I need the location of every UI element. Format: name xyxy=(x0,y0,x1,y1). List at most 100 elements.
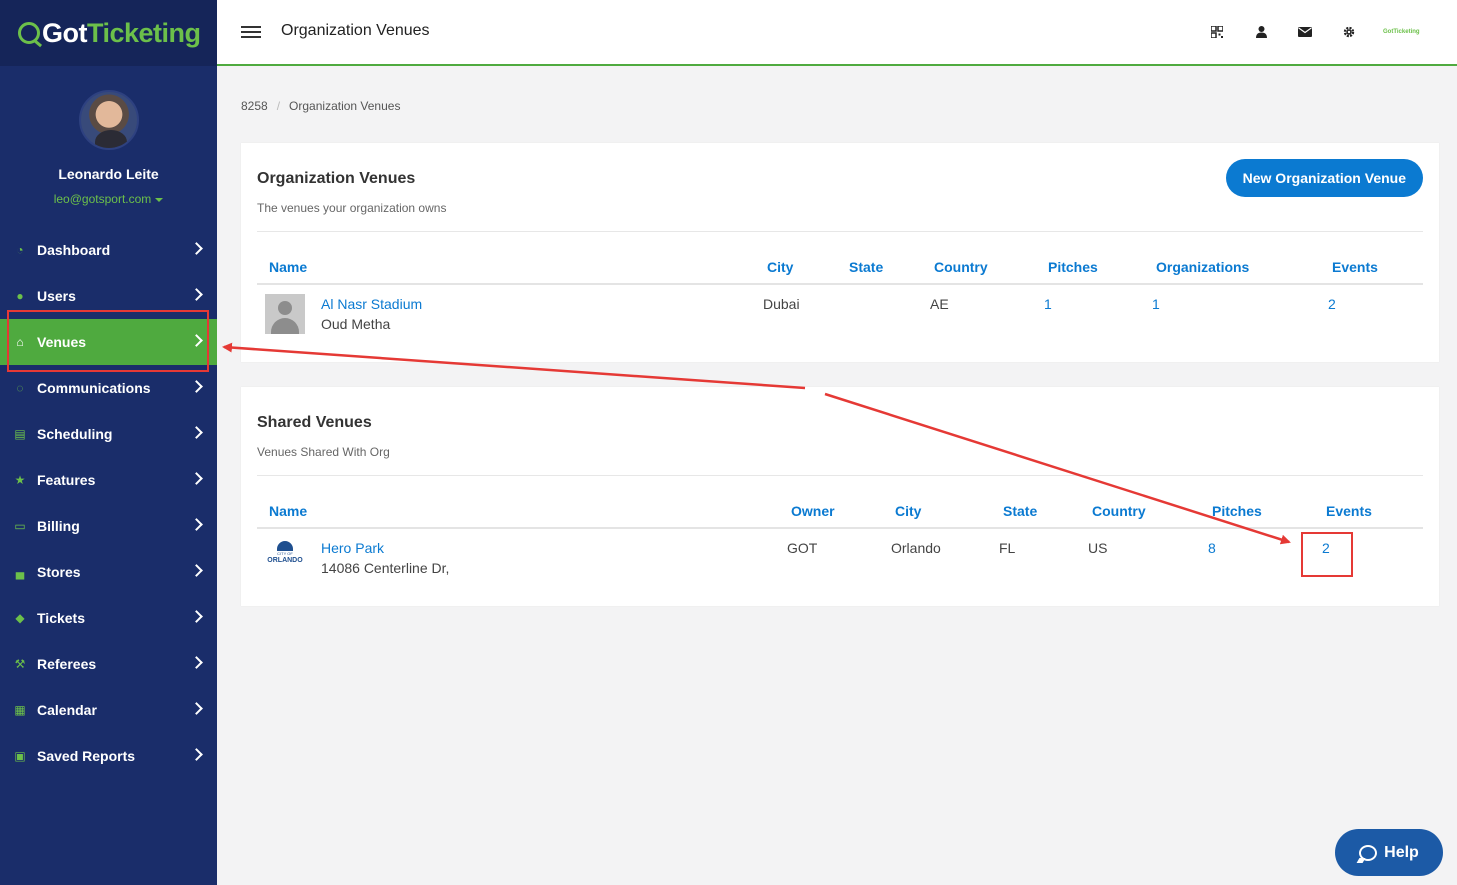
credit-card-icon: ▭ xyxy=(14,519,26,533)
calendar-icon: ▦ xyxy=(14,703,26,717)
gotticketing-logo[interactable]: Got Ticketing xyxy=(18,18,201,49)
col-city[interactable]: City xyxy=(895,503,921,519)
venue-country: AE xyxy=(930,296,949,312)
col-events[interactable]: Events xyxy=(1326,503,1372,519)
org-venues-subtitle: The venues your organization owns xyxy=(257,201,447,215)
col-city[interactable]: City xyxy=(767,259,793,275)
help-button[interactable]: Help xyxy=(1335,829,1443,876)
chevron-right-icon xyxy=(190,242,203,255)
sidebar-item-label: Dashboard xyxy=(37,242,111,258)
venue-country: US xyxy=(1088,540,1108,556)
sidebar-item-tickets[interactable]: ◆ Tickets xyxy=(0,595,217,641)
comments-icon: ◌ xyxy=(16,381,24,395)
venue-name-link[interactable]: Hero Park xyxy=(321,540,384,556)
menu-toggle-icon[interactable] xyxy=(241,26,261,38)
user-name: Leonardo Leite xyxy=(58,166,159,182)
venue-city: Dubai xyxy=(763,296,800,312)
venue-events-link[interactable]: 2 xyxy=(1328,296,1336,312)
sidebar-item-label: Calendar xyxy=(37,702,97,718)
sidebar-item-label: Saved Reports xyxy=(37,748,136,764)
shared-venues-table-header: Name Owner City State Country Pitches Ev… xyxy=(257,497,1423,529)
col-state[interactable]: State xyxy=(1003,503,1037,519)
sidebar-item-stores[interactable]: ▄ Stores xyxy=(0,549,217,595)
col-organizations[interactable]: Organizations xyxy=(1156,259,1249,275)
city-of-orlando-logo: CITY OF ORLANDO xyxy=(265,541,305,575)
chevron-right-icon xyxy=(190,288,203,301)
users-icon: ● xyxy=(16,289,24,303)
venue-organizations-link[interactable]: 1 xyxy=(1152,296,1160,312)
venue-owner: GOT xyxy=(787,540,818,556)
org-venues-table-header: Name City State Country Pitches Organiza… xyxy=(257,253,1423,285)
col-country[interactable]: Country xyxy=(1092,503,1146,519)
qr-code-icon[interactable] xyxy=(1195,22,1239,42)
table-row: CITY OF ORLANDO Hero Park 14086 Centerli… xyxy=(257,531,1423,587)
venue-pitches-link[interactable]: 8 xyxy=(1208,540,1216,556)
sidebar-item-label: Stores xyxy=(37,564,81,580)
save-icon: ▣ xyxy=(14,749,26,763)
user-email-dropdown[interactable]: leo@gotsport.com xyxy=(0,192,217,206)
chat-bubble-icon xyxy=(1359,844,1378,861)
gear-icon[interactable] xyxy=(1327,22,1371,42)
chevron-right-icon xyxy=(190,426,203,439)
shopping-bag-icon: ▄ xyxy=(15,565,25,579)
chevron-right-icon xyxy=(190,564,203,577)
chevron-right-icon xyxy=(190,656,203,669)
organization-venues-card: Organization Venues The venues your orga… xyxy=(241,143,1439,362)
chevron-right-icon xyxy=(190,380,203,393)
venue-pitches-link[interactable]: 1 xyxy=(1044,296,1052,312)
list-icon: ▤ xyxy=(14,427,26,441)
org-venues-title: Organization Venues xyxy=(257,170,416,187)
venues-highlight-box xyxy=(7,310,209,372)
header-actions: GotTicketing xyxy=(1195,22,1420,42)
venue-name-link[interactable]: Al Nasr Stadium xyxy=(321,296,422,312)
chevron-right-icon xyxy=(190,610,203,623)
new-organization-venue-button[interactable]: New Organization Venue xyxy=(1225,159,1423,197)
col-state[interactable]: State xyxy=(849,259,883,275)
col-pitches[interactable]: Pitches xyxy=(1048,259,1098,275)
breadcrumb-current: Organization Venues xyxy=(289,99,401,113)
avatar[interactable] xyxy=(78,90,139,150)
shared-venues-title: Shared Venues xyxy=(257,414,372,431)
brand-mini-logo[interactable]: GotTicketing xyxy=(1383,26,1420,38)
col-owner[interactable]: Owner xyxy=(791,503,835,519)
user-email: leo@gotsport.com xyxy=(53,192,152,206)
divider xyxy=(257,231,1423,232)
divider xyxy=(257,475,1423,476)
venue-state: FL xyxy=(999,540,1016,556)
sidebar-item-scheduling[interactable]: ▤ Scheduling xyxy=(0,411,217,457)
venue-city: Orlando xyxy=(891,540,941,556)
events-highlight-box xyxy=(1301,532,1353,577)
col-name[interactable]: Name xyxy=(269,503,307,519)
help-label: Help xyxy=(1384,843,1419,861)
user-icon[interactable] xyxy=(1239,22,1283,42)
sidebar-item-label: Billing xyxy=(37,518,80,534)
breadcrumb-org-id[interactable]: 8258 xyxy=(241,99,268,113)
sidebar-item-dashboard[interactable]: ◔ Dashboard xyxy=(0,227,217,273)
sidebar-item-billing[interactable]: ▭ Billing xyxy=(0,503,217,549)
chevron-right-icon xyxy=(190,748,203,761)
ticket-icon: ◆ xyxy=(15,611,25,625)
sidebar-item-referees[interactable]: ⚒ Referees xyxy=(0,641,217,687)
sidebar-item-calendar[interactable]: ▦ Calendar xyxy=(0,687,217,733)
col-name[interactable]: Name xyxy=(269,259,307,275)
logo-mark-icon xyxy=(18,22,40,44)
sidebar-item-label: Tickets xyxy=(37,610,85,626)
chevron-right-icon xyxy=(190,702,203,715)
chevron-right-icon xyxy=(190,472,203,485)
col-pitches[interactable]: Pitches xyxy=(1212,503,1262,519)
venue-address: 14086 Centerline Dr, xyxy=(321,560,450,576)
star-icon: ★ xyxy=(14,473,26,487)
col-country[interactable]: Country xyxy=(934,259,988,275)
sidebar: Got Ticketing Leonardo Leite leo@gotsport… xyxy=(0,0,217,885)
breadcrumb: 8258 / Organization Venues xyxy=(241,99,400,113)
logo-text-got: Got xyxy=(42,17,88,48)
sidebar-item-features[interactable]: ★ Features xyxy=(0,457,217,503)
envelope-icon[interactable] xyxy=(1283,22,1327,42)
venue-placeholder-image xyxy=(265,294,305,334)
table-row: Al Nasr Stadium Oud Metha Dubai AE 1 1 2 xyxy=(257,287,1423,343)
col-events[interactable]: Events xyxy=(1332,259,1378,275)
logo-text-ticketing: Ticketing xyxy=(87,17,201,48)
sidebar-item-label: Communications xyxy=(37,380,151,396)
shared-venues-subtitle: Venues Shared With Org xyxy=(257,445,390,459)
sidebar-item-saved-reports[interactable]: ▣ Saved Reports xyxy=(0,733,217,779)
